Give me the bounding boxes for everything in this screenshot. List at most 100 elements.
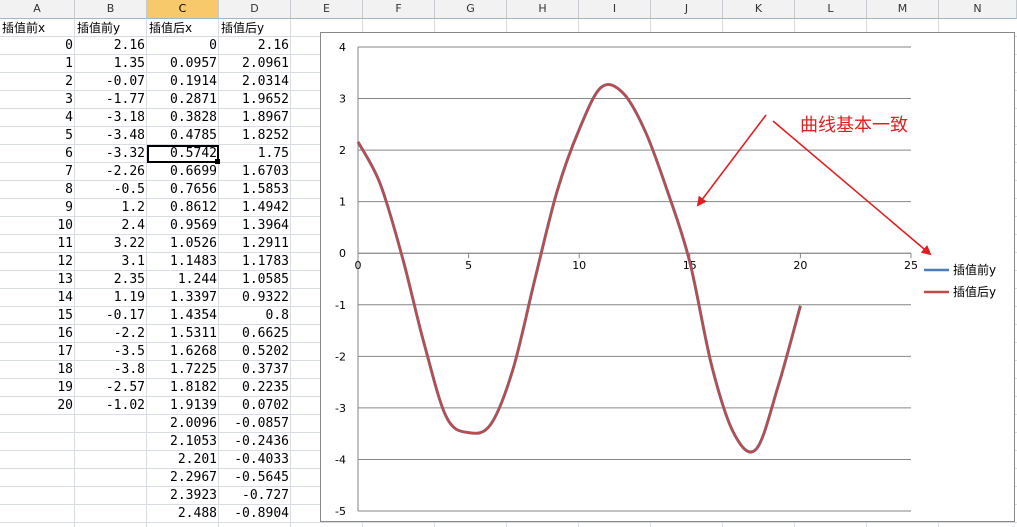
column-header-a[interactable]: A <box>0 0 75 19</box>
cell-b22[interactable]: -1.02 <box>75 397 147 415</box>
cell-c22[interactable]: 1.9139 <box>147 397 219 415</box>
cell-c26[interactable]: 2.2967 <box>147 469 219 487</box>
cell-a20[interactable]: 18 <box>0 361 75 379</box>
cell-a15[interactable]: 13 <box>0 271 75 289</box>
cell-a5[interactable]: 3 <box>0 91 75 109</box>
cell-d12[interactable]: 1.3964 <box>219 217 291 235</box>
cell-c11[interactable]: 0.8612 <box>147 199 219 217</box>
cell-a12[interactable]: 10 <box>0 217 75 235</box>
cell-d21[interactable]: 0.2235 <box>219 379 291 397</box>
cell-b10[interactable]: -0.5 <box>75 181 147 199</box>
header-cell-c[interactable]: 插值后x <box>147 19 219 37</box>
cell-c19[interactable]: 1.6268 <box>147 343 219 361</box>
cell-a19[interactable]: 17 <box>0 343 75 361</box>
cell-d23[interactable]: -0.0857 <box>219 415 291 433</box>
cell-d28[interactable]: -0.8904 <box>219 505 291 523</box>
cell-b12[interactable]: 2.4 <box>75 217 147 235</box>
column-header-c[interactable]: C <box>147 0 219 19</box>
line-chart[interactable]: 4 3 2 1 0 -1 -2 -3 -4 -5 0 5 10 15 20 25 插值前y 插值后y 曲线基本一致 <box>320 32 1015 522</box>
cell-c9[interactable]: 0.6699 <box>147 163 219 181</box>
column-header-e[interactable]: E <box>291 0 363 19</box>
header-cell-d[interactable]: 插值后y <box>219 19 291 37</box>
header-cell-a[interactable]: 插值前x <box>0 19 75 37</box>
cell-b3[interactable]: 1.35 <box>75 55 147 73</box>
cell-c14[interactable]: 1.1483 <box>147 253 219 271</box>
column-header-k[interactable]: K <box>723 0 795 19</box>
cell-d26[interactable]: -0.5645 <box>219 469 291 487</box>
cell-a9[interactable]: 7 <box>0 163 75 181</box>
cell-d18[interactable]: 0.6625 <box>219 325 291 343</box>
column-header-h[interactable]: H <box>507 0 579 19</box>
cell-c10[interactable]: 0.7656 <box>147 181 219 199</box>
column-header-f[interactable]: F <box>363 0 435 19</box>
cell-c5[interactable]: 0.2871 <box>147 91 219 109</box>
cell-b14[interactable]: 3.1 <box>75 253 147 271</box>
cell-c16[interactable]: 1.3397 <box>147 289 219 307</box>
cell-a6[interactable]: 4 <box>0 109 75 127</box>
cell-a11[interactable]: 9 <box>0 199 75 217</box>
cell-a22[interactable]: 20 <box>0 397 75 415</box>
cell-c18[interactable]: 1.5311 <box>147 325 219 343</box>
cell-b7[interactable]: -3.48 <box>75 127 147 145</box>
column-header-g[interactable]: G <box>435 0 507 19</box>
cell-d22[interactable]: 0.0702 <box>219 397 291 415</box>
cell-b4[interactable]: -0.07 <box>75 73 147 91</box>
cell-b20[interactable]: -3.8 <box>75 361 147 379</box>
cell-d19[interactable]: 0.5202 <box>219 343 291 361</box>
cell-d13[interactable]: 1.2911 <box>219 235 291 253</box>
cell-c20[interactable]: 1.7225 <box>147 361 219 379</box>
cell-d20[interactable]: 0.3737 <box>219 361 291 379</box>
cell-a2[interactable]: 0 <box>0 37 75 55</box>
column-header-l[interactable]: L <box>795 0 867 19</box>
column-header-i[interactable]: I <box>579 0 651 19</box>
cell-b18[interactable]: -2.2 <box>75 325 147 343</box>
cell-d14[interactable]: 1.1783 <box>219 253 291 271</box>
cell-b21[interactable]: -2.57 <box>75 379 147 397</box>
cell-b17[interactable]: -0.17 <box>75 307 147 325</box>
cell-d2[interactable]: 2.16 <box>219 37 291 55</box>
cell-c28[interactable]: 2.488 <box>147 505 219 523</box>
cell-c17[interactable]: 1.4354 <box>147 307 219 325</box>
cell-d25[interactable]: -0.4033 <box>219 451 291 469</box>
cell-c15[interactable]: 1.244 <box>147 271 219 289</box>
cell-b19[interactable]: -3.5 <box>75 343 147 361</box>
cell-d16[interactable]: 0.9322 <box>219 289 291 307</box>
cell-a14[interactable]: 12 <box>0 253 75 271</box>
cell-a21[interactable]: 19 <box>0 379 75 397</box>
cell-d17[interactable]: 0.8 <box>219 307 291 325</box>
cell-c23[interactable]: 2.0096 <box>147 415 219 433</box>
cell-c13[interactable]: 1.0526 <box>147 235 219 253</box>
cell-a4[interactable]: 2 <box>0 73 75 91</box>
cell-c27[interactable]: 2.3923 <box>147 487 219 505</box>
column-header-b[interactable]: B <box>75 0 147 19</box>
cell-a10[interactable]: 8 <box>0 181 75 199</box>
cell-a16[interactable]: 14 <box>0 289 75 307</box>
cell-c7[interactable]: 0.4785 <box>147 127 219 145</box>
column-header-m[interactable]: M <box>867 0 939 19</box>
header-cell-b[interactable]: 插值前y <box>75 19 147 37</box>
cell-b11[interactable]: 1.2 <box>75 199 147 217</box>
cell-d9[interactable]: 1.6703 <box>219 163 291 181</box>
cell-c3[interactable]: 0.0957 <box>147 55 219 73</box>
cell-a3[interactable]: 1 <box>0 55 75 73</box>
column-header-j[interactable]: J <box>651 0 723 19</box>
cell-d8[interactable]: 1.75 <box>219 145 291 163</box>
cell-b6[interactable]: -3.18 <box>75 109 147 127</box>
cell-b9[interactable]: -2.26 <box>75 163 147 181</box>
cell-a7[interactable]: 5 <box>0 127 75 145</box>
cell-a8[interactable]: 6 <box>0 145 75 163</box>
cell-c21[interactable]: 1.8182 <box>147 379 219 397</box>
cell-a13[interactable]: 11 <box>0 235 75 253</box>
cell-d3[interactable]: 2.0961 <box>219 55 291 73</box>
cell-a18[interactable]: 16 <box>0 325 75 343</box>
cell-d24[interactable]: -0.2436 <box>219 433 291 451</box>
cell-b5[interactable]: -1.77 <box>75 91 147 109</box>
cell-d4[interactable]: 2.0314 <box>219 73 291 91</box>
column-header-n[interactable]: N <box>939 0 1017 19</box>
cell-c24[interactable]: 2.1053 <box>147 433 219 451</box>
cell-d6[interactable]: 1.8967 <box>219 109 291 127</box>
cell-c12[interactable]: 0.9569 <box>147 217 219 235</box>
cell-a17[interactable]: 15 <box>0 307 75 325</box>
cell-b15[interactable]: 2.35 <box>75 271 147 289</box>
cell-c2[interactable]: 0 <box>147 37 219 55</box>
